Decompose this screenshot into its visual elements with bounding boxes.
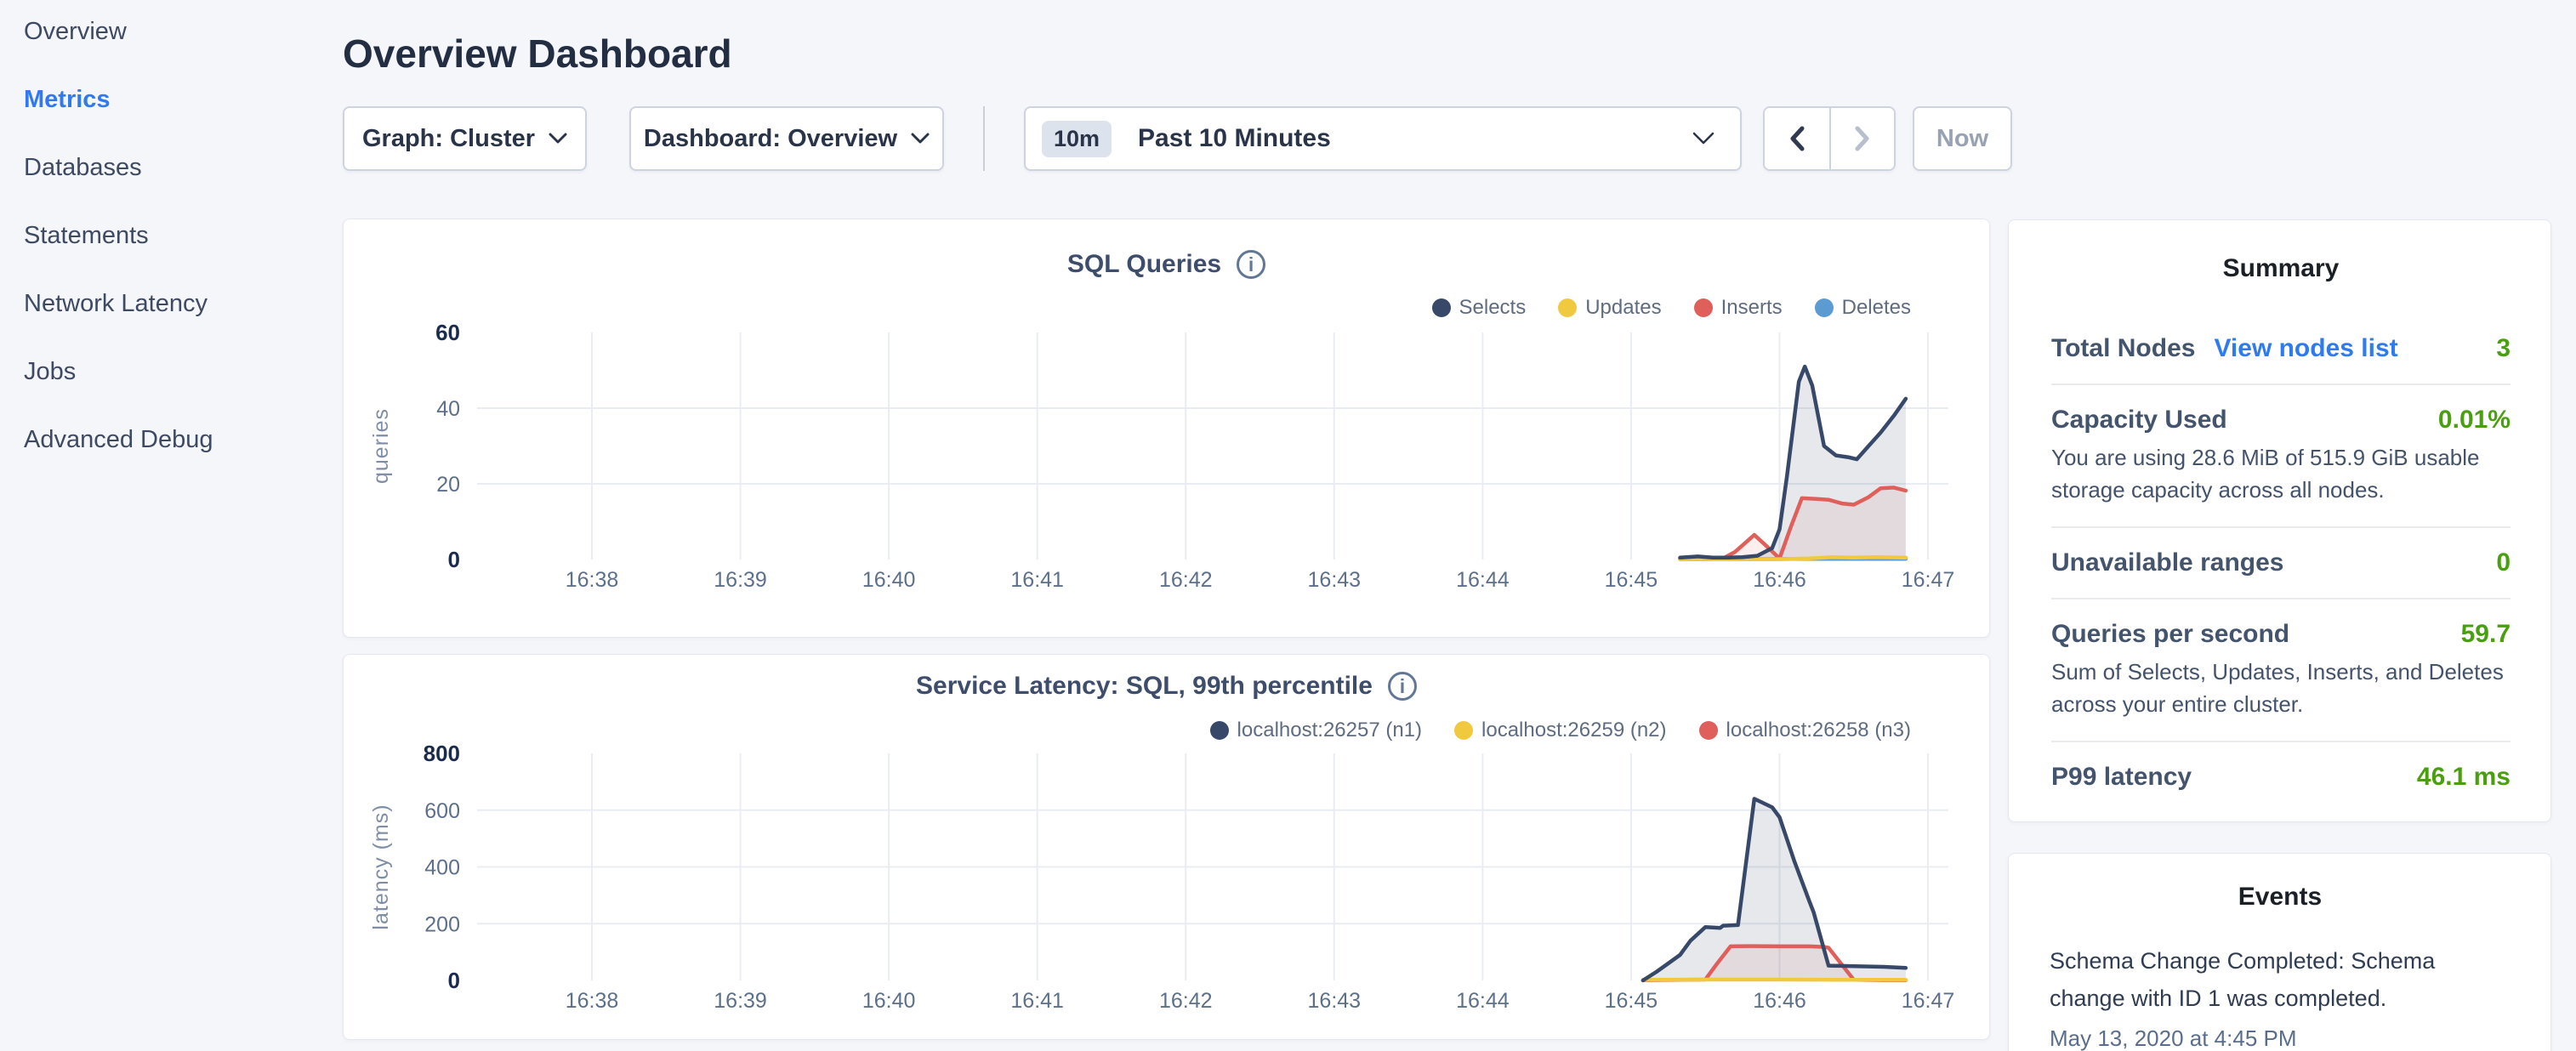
x-axis-tick-label: 16:46	[1753, 989, 1806, 1013]
x-axis-tick-label: 16:38	[566, 989, 619, 1013]
x-axis-tick-label: 16:42	[1159, 568, 1213, 592]
sidebar-item-metrics[interactable]: Metrics	[0, 84, 340, 152]
x-axis-tick-label: 16:45	[1605, 989, 1658, 1013]
chevron-down-icon	[549, 133, 567, 145]
event-text: Schema Change Completed: Schema change w…	[2050, 942, 2511, 1017]
chevron-down-icon	[911, 133, 930, 145]
sidebar-item-jobs[interactable]: Jobs	[0, 356, 340, 424]
graph-selector-dropdown[interactable]: Graph: Cluster	[343, 106, 587, 171]
x-axis-tick-label: 16:43	[1308, 989, 1362, 1013]
sql-queries-chart-card: SQL Queries i SelectsUpdatesInsertsDelet…	[343, 219, 1990, 638]
summary-row-description: You are using 28.6 MiB of 515.9 GiB usab…	[2051, 441, 2511, 506]
x-axis-tick-label: 16:44	[1456, 989, 1510, 1013]
x-axis-tick-label: 16:38	[566, 568, 619, 592]
y-axis-tick-label: 20	[436, 473, 460, 497]
y-axis-tick-label: 0	[448, 968, 460, 993]
time-range-badge: 10m	[1042, 121, 1112, 157]
summary-row-line: Total Nodes View nodes list 3	[2051, 334, 2511, 363]
page-title: Overview Dashboard	[343, 31, 732, 77]
sidebar: OverviewMetricsDatabasesStatementsNetwor…	[0, 0, 340, 1051]
event-item: Schema Change Completed: Schema change w…	[2050, 942, 2511, 1051]
x-axis-tick-label: 16:46	[1753, 568, 1806, 592]
summary-row-label: Total Nodes	[2051, 334, 2195, 363]
x-axis-tick-label: 16:47	[1902, 568, 1955, 592]
sidebar-item-databases[interactable]: Databases	[0, 152, 340, 220]
summary-row-line: Capacity Used 0.01%	[2051, 406, 2511, 435]
view-nodes-list-link[interactable]: View nodes list	[2214, 334, 2397, 363]
time-step-button-group	[1763, 106, 1896, 171]
toolbar-divider	[983, 106, 985, 171]
graph-selector-label: Graph: Cluster	[362, 125, 535, 153]
time-range-label: Past 10 Minutes	[1138, 124, 1692, 153]
summary-rows: Total Nodes View nodes list 3 Capacity Used…	[2051, 314, 2511, 812]
x-axis-tick-label: 16:44	[1456, 568, 1510, 592]
events-title: Events	[2050, 883, 2511, 912]
summary-row-p99-latency: P99 latency 46.1 ms	[2051, 742, 2511, 812]
x-axis-tick-label: 16:39	[714, 989, 767, 1013]
summary-row-value: 0	[2496, 548, 2511, 577]
y-axis-tick-label: 60	[435, 320, 460, 345]
admin-ui-root: OverviewMetricsDatabasesStatementsNetwor…	[0, 0, 2576, 1051]
sidebar-item-advanced-debug[interactable]: Advanced Debug	[0, 424, 340, 492]
summary-row-label: Queries per second	[2051, 620, 2289, 649]
summary-row-label: P99 latency	[2051, 763, 2192, 792]
chevron-right-icon	[1855, 126, 1870, 151]
time-step-prev-button[interactable]	[1765, 108, 1829, 169]
y-axis-tick-label: 600	[424, 799, 460, 823]
controls-toolbar: Graph: Cluster Dashboard: Overview 10m P…	[343, 106, 2012, 171]
x-axis-tick-label: 16:39	[714, 568, 767, 592]
y-axis-tick-label: 200	[424, 912, 460, 936]
sidebar-item-network-latency[interactable]: Network Latency	[0, 288, 340, 356]
sidebar-item-overview[interactable]: Overview	[0, 16, 340, 84]
x-axis-tick-label: 16:41	[1010, 989, 1064, 1013]
events-list: Schema Change Completed: Schema change w…	[2050, 942, 2511, 1051]
x-axis-tick-label: 16:41	[1010, 568, 1064, 592]
chevron-left-icon	[1789, 126, 1805, 151]
summary-row-queries-per-second: Queries per second 59.7 Sum of Selects, Up…	[2051, 599, 2511, 742]
x-axis-tick-label: 16:40	[862, 989, 916, 1013]
summary-row-line: P99 latency 46.1 ms	[2051, 763, 2511, 792]
x-axis-tick-label: 16:42	[1159, 989, 1213, 1013]
sidebar-item-statements[interactable]: Statements	[0, 220, 340, 288]
now-button[interactable]: Now	[1913, 106, 2012, 171]
event-timestamp: May 13, 2020 at 4:45 PM	[2050, 1025, 2511, 1051]
y-axis-label: queries	[369, 408, 393, 484]
summary-row-capacity-used: Capacity Used 0.01% You are using 28.6 MiB…	[2051, 385, 2511, 528]
summary-panel: Summary Total Nodes View nodes list 3 Capac…	[2008, 219, 2551, 822]
x-axis-tick-label: 16:47	[1902, 989, 1955, 1013]
time-range-dropdown[interactable]: 10m Past 10 Minutes	[1024, 106, 1742, 171]
service-latency-chart-card: Service Latency: SQL, 99th percentile i …	[343, 654, 1990, 1040]
y-axis-tick-label: 40	[436, 397, 460, 421]
summary-row-value: 59.7	[2461, 620, 2511, 649]
chevron-down-icon	[1692, 132, 1714, 145]
summary-row-label: Unavailable ranges	[2051, 548, 2283, 577]
summary-title: Summary	[2051, 254, 2511, 283]
y-axis-label: latency (ms)	[369, 804, 393, 929]
summary-row-description: Sum of Selects, Updates, Inserts, and De…	[2051, 656, 2511, 720]
summary-row-line: Unavailable ranges 0	[2051, 548, 2511, 577]
time-step-next-button[interactable]	[1829, 108, 1894, 169]
summary-row-total-nodes: Total Nodes View nodes list 3	[2051, 314, 2511, 385]
events-panel: Events Schema Change Completed: Schema c…	[2008, 853, 2551, 1051]
y-axis-tick-label: 800	[424, 741, 460, 766]
dashboard-selector-label: Dashboard: Overview	[644, 125, 897, 153]
y-axis-tick-label: 400	[424, 856, 460, 880]
series-area-selects	[1680, 366, 1906, 560]
y-axis-tick-label: 0	[448, 547, 460, 572]
summary-row-value: 0.01%	[2438, 406, 2511, 435]
summary-row-unavailable-ranges: Unavailable ranges 0	[2051, 528, 2511, 599]
summary-row-value: 3	[2496, 334, 2511, 363]
service-latency-chart-plot[interactable]: 800 600 400 200 0 16:38 16:39 16:40 16:41 16:42 16…	[344, 655, 1991, 1041]
summary-row-value: 46.1 ms	[2417, 763, 2511, 792]
x-axis-tick-label: 16:45	[1605, 568, 1658, 592]
sql-queries-chart-plot[interactable]: 60 40 20 0 16:38 16:39 16:40 16:41 16:42 16:43 16:…	[344, 219, 1991, 639]
x-axis-tick-label: 16:43	[1308, 568, 1362, 592]
summary-row-line: Queries per second 59.7	[2051, 620, 2511, 649]
dashboard-selector-dropdown[interactable]: Dashboard: Overview	[629, 106, 944, 171]
x-axis-tick-label: 16:40	[862, 568, 916, 592]
summary-row-label: Capacity Used	[2051, 406, 2227, 435]
